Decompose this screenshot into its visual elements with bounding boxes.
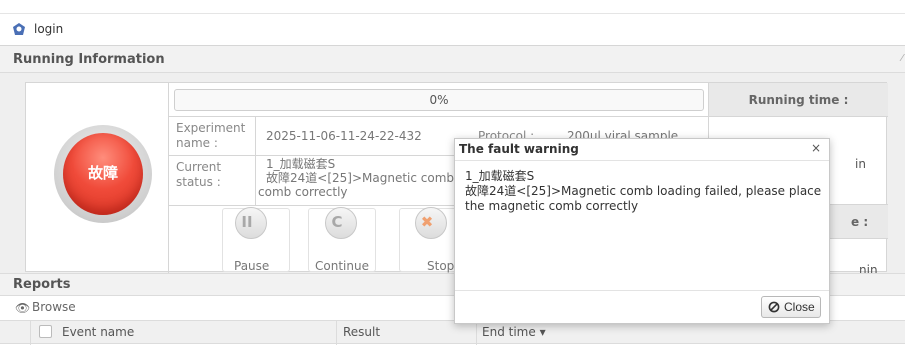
current-status-line1: 1_加载磁套S (266, 157, 336, 171)
window-titlebar: login (0, 13, 905, 46)
experiment-name-label: Experiment name : (176, 121, 246, 150)
close-button-label: Close (784, 300, 815, 314)
window-title: login (34, 22, 64, 36)
column-header-end-time[interactable]: End time ▾ (482, 325, 546, 339)
column-divider (255, 117, 256, 205)
ban-icon (768, 301, 780, 313)
refresh-icon: C (331, 213, 343, 231)
close-button[interactable]: Close (761, 296, 821, 318)
dialog-message: 1_加载磁套S 故障24道<[25]>Magnetic comb loading… (465, 169, 827, 214)
progress-row: 0% (169, 83, 708, 117)
continue-label: Continue (315, 259, 369, 273)
dialog-message-line3: the magnetic comb correctly (465, 199, 639, 213)
current-status-line3: comb correctly (258, 185, 348, 199)
dialog-header: The fault warning × (455, 139, 829, 161)
running-time-header: Running time : (708, 83, 888, 117)
dialog-footer: Close (455, 290, 829, 323)
stop-icon: ✖ (420, 213, 434, 231)
fault-status-text: 故障 (87, 164, 118, 182)
browse-link[interactable]: Browse (32, 300, 76, 314)
progress-bar: 0% (174, 89, 704, 111)
pause-icon: II (241, 213, 253, 231)
column-header-event-name[interactable]: Event name (62, 325, 134, 339)
dialog-title: The fault warning (459, 142, 579, 156)
fault-warning-dialog: The fault warning × 1_加载磁套S 故障24道<[25]>M… (454, 138, 830, 324)
experiment-name-value: 2025-11-06-11-24-22-432 (266, 129, 422, 143)
collapse-icon[interactable]: ⁄ (901, 53, 903, 64)
column-header-result[interactable]: Result (343, 325, 380, 339)
status-indicator-cell: 故障 (26, 83, 169, 273)
remaining-time-label: e : (851, 215, 869, 229)
continue-control[interactable]: C (321, 207, 361, 255)
close-icon[interactable]: × (811, 141, 821, 155)
reports-title: Reports (13, 277, 71, 292)
stop-label: Stop (427, 259, 455, 273)
select-all-checkbox[interactable] (39, 325, 52, 338)
running-time-value: in (855, 157, 866, 171)
pause-control[interactable]: II (231, 207, 271, 255)
dialog-message-line1: 1_加载磁套S (465, 169, 535, 183)
dialog-message-line2: 故障24道<[25]>Magnetic comb loading failed,… (465, 184, 822, 198)
sort-desc-icon: ▾ (539, 325, 546, 339)
current-status-line2: 故障24道<[25]>Magnetic comb (266, 171, 455, 185)
eye-icon[interactable]: 👁 (15, 301, 30, 315)
running-time-label: Running time : (748, 93, 849, 107)
app-logo-icon (13, 23, 25, 35)
current-status-label: Current status : (176, 160, 222, 189)
progress-label: 0% (429, 93, 449, 107)
running-info-header[interactable]: Running Information ⁄ (0, 46, 905, 73)
pause-label: Pause (234, 259, 270, 273)
running-info-title: Running Information (13, 52, 165, 67)
stop-control[interactable]: ✖ (411, 207, 451, 255)
fault-status-indicator: 故障 (63, 133, 143, 215)
